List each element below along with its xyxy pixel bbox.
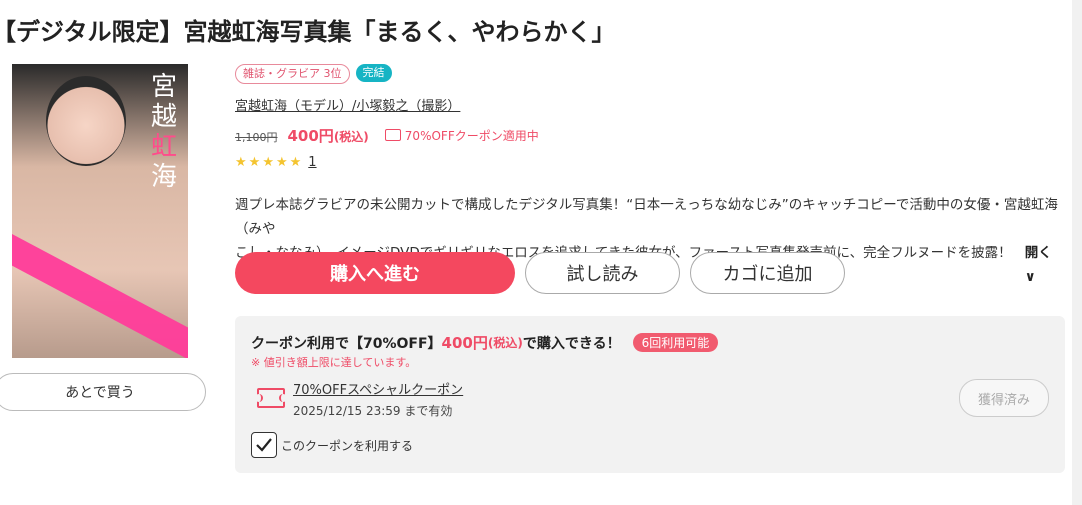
- tag-list: 雑誌・グラビア 3位 完結: [235, 64, 392, 84]
- star-icon: ★: [275, 155, 288, 170]
- page-title: 【デジタル限定】宮越虹海写真集「まるく、やわらかく」: [0, 18, 616, 46]
- scrollbar[interactable]: [1072, 0, 1082, 505]
- current-price: 400円(税込): [287, 127, 369, 145]
- ticket-icon: [384, 129, 401, 141]
- buy-button[interactable]: 購入へ進む: [235, 252, 515, 294]
- star-icon: ★: [289, 155, 302, 170]
- use-coupon-label[interactable]: このクーポンを利用する: [281, 437, 413, 454]
- coupon-headline: クーポン利用で【70%OFF】 400円 (税込) で購入できる！ 6回利用可能: [251, 332, 719, 353]
- limit-note: ※ 値引き額上限に達しています。: [251, 356, 417, 369]
- status-badge: 完結: [355, 64, 392, 82]
- cover-photo: [46, 76, 126, 166]
- acquired-button: 獲得済み: [959, 379, 1049, 417]
- buy-later-button[interactable]: あとで買う: [0, 373, 206, 411]
- trial-read-button[interactable]: 試し読み: [525, 252, 680, 294]
- check-icon: [256, 438, 272, 452]
- coupon-ticket-icon: [255, 388, 287, 408]
- rank-tag[interactable]: 雑誌・グラビア 3位: [235, 64, 350, 84]
- add-to-cart-button[interactable]: カゴに追加: [690, 252, 845, 294]
- coupon-applied-note: 70%OFFクーポン適用中: [384, 127, 539, 144]
- coupon-name-link[interactable]: 70%OFFスペシャルクーポン: [293, 379, 463, 398]
- cover-image[interactable]: 宮 越 虹 海: [12, 64, 188, 358]
- price-row: 1,100円 400円(税込) 70%OFFクーポン適用中: [235, 125, 539, 146]
- rating-count-link[interactable]: 1: [308, 155, 316, 170]
- original-price: 1,100円: [235, 131, 278, 144]
- usage-count-badge: 6回利用可能: [632, 333, 719, 352]
- coupon-expire: 2025/12/15 23:59 まで有効: [293, 404, 453, 418]
- star-icon: ★: [235, 155, 247, 170]
- authors-link[interactable]: 宮越虹海（モデル）/小塚毅之（撮影）: [235, 95, 460, 114]
- star-icon: ★: [248, 155, 261, 170]
- use-coupon-checkbox[interactable]: [251, 432, 277, 458]
- cover-vertical-title: 宮 越 虹 海: [150, 72, 177, 192]
- coupon-panel: クーポン利用で【70%OFF】 400円 (税込) で購入できる！ 6回利用可能…: [235, 316, 1065, 473]
- expand-description-button[interactable]: 開く ∨: [1025, 241, 1065, 289]
- cover-ribbon: [12, 229, 188, 358]
- rating: ★ ★ ★ ★ ★ 1: [235, 155, 317, 170]
- star-icon: ★: [262, 155, 274, 170]
